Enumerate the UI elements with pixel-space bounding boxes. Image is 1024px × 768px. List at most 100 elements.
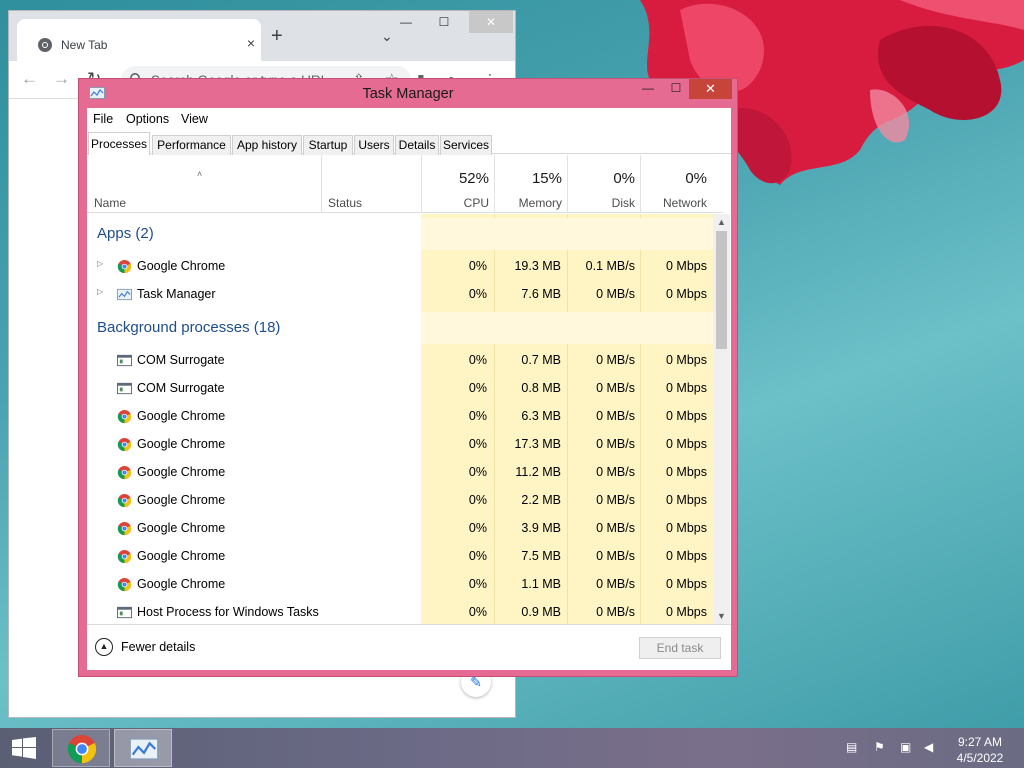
table-row[interactable]: Google Chrome 0% 6.3 MB 0 MB/s 0 Mbps	[87, 402, 713, 430]
memory-value: 7.5 MB	[521, 549, 561, 563]
volume-muted-icon[interactable]: ◀	[924, 740, 933, 754]
clock-date[interactable]: 4/5/2022	[946, 751, 1014, 765]
chrome-tab-new-tab[interactable]: New Tab ×	[17, 19, 261, 61]
fewer-details-link[interactable]: Fewer details	[121, 640, 195, 654]
vertical-scrollbar[interactable]: ▲ ▼	[713, 214, 730, 624]
taskbar-chrome-button[interactable]	[52, 729, 110, 767]
memory-value: 0.8 MB	[521, 381, 561, 395]
tab-startup[interactable]: Startup	[303, 135, 353, 155]
cpu-value: 0%	[468, 353, 487, 367]
chrome-close-button[interactable]: ✕	[469, 11, 513, 33]
network-value: 0 Mbps	[666, 381, 707, 395]
table-row[interactable]: COM Surrogate 0% 0.8 MB 0 MB/s 0 Mbps	[87, 374, 713, 402]
network-value: 0 Mbps	[666, 409, 707, 423]
column-network[interactable]: Network	[640, 196, 707, 210]
column-memory[interactable]: Memory	[495, 196, 562, 210]
table-row[interactable]: Google Chrome 0% 11.2 MB 0 MB/s 0 Mbps	[87, 458, 713, 486]
scroll-thumb[interactable]	[716, 231, 727, 349]
group-apps[interactable]: Apps (2)	[87, 218, 713, 250]
end-task-button[interactable]: End task	[639, 637, 721, 659]
tab-processes[interactable]: Processes	[88, 132, 150, 155]
window-icon	[117, 606, 132, 619]
network-value: 0 Mbps	[666, 437, 707, 451]
process-name: Google Chrome	[137, 493, 226, 507]
chrome-icon	[117, 465, 132, 480]
process-name: COM Surrogate	[137, 381, 225, 395]
network-icon[interactable]: ▣	[900, 740, 911, 754]
chrome-tab-title: New Tab	[61, 38, 108, 52]
network-value: 0 Mbps	[666, 605, 707, 619]
network-value: 0 Mbps	[666, 465, 707, 479]
expand-arrow-icon[interactable]: ▷	[97, 259, 103, 268]
network-value: 0 Mbps	[666, 521, 707, 535]
clock-time[interactable]: 9:27 AM	[946, 735, 1014, 749]
scroll-up-icon[interactable]: ▲	[713, 214, 730, 230]
column-cpu[interactable]: CPU	[427, 196, 489, 210]
memory-value: 7.6 MB	[521, 287, 561, 301]
tab-performance[interactable]: Performance	[152, 135, 231, 155]
process-name: Google Chrome	[137, 465, 226, 479]
new-tab-button[interactable]: +	[271, 26, 283, 46]
scroll-down-icon[interactable]: ▼	[713, 608, 730, 624]
close-tab-icon[interactable]: ×	[247, 35, 255, 51]
expand-arrow-icon[interactable]: ▷	[97, 287, 103, 296]
minimize-button[interactable]: —	[635, 79, 661, 99]
action-center-icon[interactable]: ▤	[846, 740, 857, 754]
chrome-icon	[117, 409, 132, 424]
memory-value: 6.3 MB	[521, 409, 561, 423]
disk-value: 0 MB/s	[596, 521, 635, 535]
network-value: 0 Mbps	[666, 493, 707, 507]
windows-start-icon[interactable]	[10, 737, 38, 759]
process-name: Task Manager	[137, 287, 216, 301]
table-row[interactable]: Google Chrome 0% 7.5 MB 0 MB/s 0 Mbps	[87, 542, 713, 570]
table-row[interactable]: ▷ Task Manager 0% 7.6 MB 0 MB/s 0 Mbps	[87, 280, 713, 308]
memory-value: 3.9 MB	[521, 521, 561, 535]
tab-app-history[interactable]: App history	[232, 135, 302, 155]
forward-icon[interactable]: →	[53, 70, 70, 88]
column-name[interactable]: Name	[94, 196, 126, 210]
process-name: COM Surrogate	[137, 353, 225, 367]
close-button[interactable]: ✕	[689, 79, 732, 99]
chrome-icon	[117, 577, 132, 592]
memory-percent: 15%	[531, 170, 562, 187]
task-manager-window: Task Manager — ☐ ✕ File Options View Pro…	[78, 78, 738, 677]
maximize-button[interactable]: ☐	[663, 79, 689, 99]
table-row[interactable]: Google Chrome 0% 3.9 MB 0 MB/s 0 Mbps	[87, 514, 713, 542]
table-row[interactable]: ▷ Google Chrome 0% 19.3 MB 0.1 MB/s 0 Mb…	[87, 252, 713, 280]
flag-alert-icon[interactable]: ⚑	[874, 740, 885, 754]
tab-services[interactable]: Services	[440, 135, 492, 155]
chevron-up-icon[interactable]: ▲	[95, 638, 113, 656]
tab-details[interactable]: Details	[395, 135, 439, 155]
process-name: Google Chrome	[137, 521, 226, 535]
cpu-value: 0%	[468, 409, 487, 423]
task-manager-titlebar[interactable]: Task Manager — ☐ ✕	[79, 79, 737, 108]
column-header: ˄ Name Status 52% CPU 15% Memory 0% Disk…	[87, 155, 723, 213]
memory-value: 2.2 MB	[521, 493, 561, 507]
table-row[interactable]: Google Chrome 0% 2.2 MB 0 MB/s 0 Mbps	[87, 486, 713, 514]
process-name: Host Process for Windows Tasks	[137, 605, 319, 619]
table-row[interactable]: Host Process for Windows Tasks 0% 0.9 MB 0 …	[87, 598, 713, 624]
column-disk[interactable]: Disk	[567, 196, 635, 210]
taskbar-task-manager-button[interactable]	[114, 729, 172, 767]
tab-strip: Processes Performance App history Startu…	[87, 132, 731, 155]
chrome-icon	[117, 521, 132, 536]
disk-percent: 0%	[613, 170, 635, 187]
network-value: 0 Mbps	[666, 353, 707, 367]
menu-options[interactable]: Options	[126, 112, 169, 126]
menu-view[interactable]: View	[181, 112, 208, 126]
table-row[interactable]: COM Surrogate 0% 0.7 MB 0 MB/s 0 Mbps	[87, 346, 713, 374]
back-icon[interactable]: ←	[21, 70, 38, 88]
table-row[interactable]: Google Chrome 0% 17.3 MB 0 MB/s 0 Mbps	[87, 430, 713, 458]
column-status[interactable]: Status	[328, 196, 362, 210]
process-name: Google Chrome	[137, 549, 226, 563]
network-value: 0 Mbps	[666, 549, 707, 563]
menu-file[interactable]: File	[93, 112, 113, 126]
table-row[interactable]: Google Chrome 0% 1.1 MB 0 MB/s 0 Mbps	[87, 570, 713, 598]
tab-users[interactable]: Users	[354, 135, 394, 155]
group-background-processes[interactable]: Background processes (18)	[87, 312, 713, 344]
disk-value: 0 MB/s	[596, 409, 635, 423]
cpu-value: 0%	[468, 437, 487, 451]
chrome-maximize-button[interactable]: ☐	[421, 11, 467, 33]
disk-value: 0 MB/s	[596, 437, 635, 451]
process-name: Google Chrome	[137, 409, 226, 423]
